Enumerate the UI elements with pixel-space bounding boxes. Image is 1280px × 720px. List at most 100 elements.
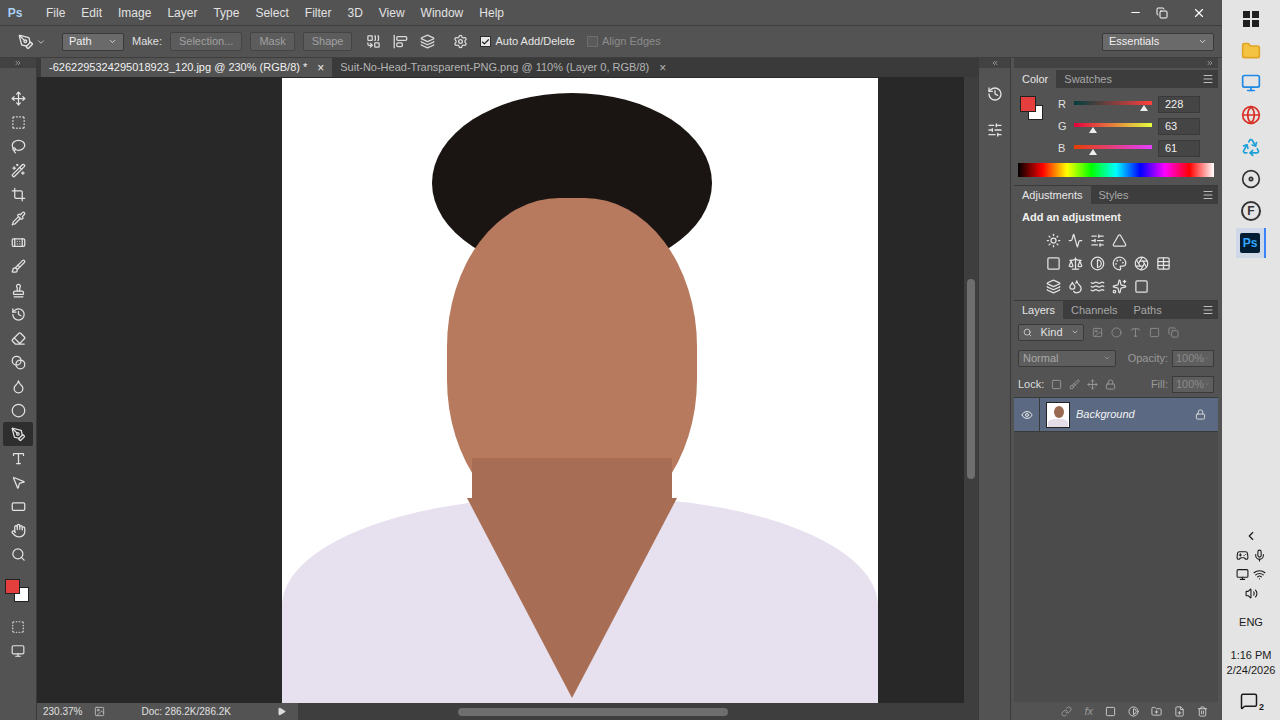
tool-button[interactable] xyxy=(3,398,33,422)
tool-button[interactable] xyxy=(3,518,33,542)
tool-button[interactable] xyxy=(3,542,33,566)
mask-icon[interactable] xyxy=(1105,706,1116,717)
lock-option-icon[interactable] xyxy=(1087,379,1098,390)
channel-slider[interactable] xyxy=(1074,98,1152,112)
clock[interactable]: 1:16 PM2/24/2026 xyxy=(1227,648,1276,678)
trash-icon[interactable] xyxy=(1197,706,1208,717)
workspace-select[interactable]: Essentials xyxy=(1102,33,1214,51)
adjustment-icon[interactable] xyxy=(1090,279,1105,294)
color-swatches[interactable] xyxy=(4,576,32,606)
notifications-button[interactable]: 2 xyxy=(1240,692,1262,712)
taskbar-app[interactable] xyxy=(1236,4,1266,34)
menu-item[interactable]: Select xyxy=(247,4,296,22)
adjustment-icon[interactable] xyxy=(1112,233,1127,248)
zoom-level[interactable]: 230.37% xyxy=(43,704,82,719)
panel-menu-icon[interactable] xyxy=(1202,73,1214,85)
opacity-field[interactable]: 100% xyxy=(1172,350,1214,367)
adjustment-icon[interactable] xyxy=(1134,279,1149,294)
tool-button[interactable] xyxy=(3,302,33,326)
taskbar-app[interactable] xyxy=(1236,68,1266,98)
tool-button[interactable] xyxy=(3,206,33,230)
tool-button[interactable] xyxy=(3,326,33,350)
taskbar-app[interactable]: F xyxy=(1236,196,1266,226)
adjustment-icon[interactable] xyxy=(1156,256,1171,271)
panel-tab[interactable]: Color xyxy=(1014,70,1056,88)
taskbar-app[interactable] xyxy=(1236,36,1266,66)
tool-button[interactable] xyxy=(3,494,33,518)
lock-option-icon[interactable] xyxy=(1105,379,1116,390)
tool-button[interactable] xyxy=(3,278,33,302)
adjustment-icon[interactable] xyxy=(1090,256,1105,271)
adjustment-layer-icon[interactable] xyxy=(1128,706,1139,717)
filter-icon[interactable] xyxy=(1092,327,1103,338)
tray-app-icon[interactable] xyxy=(1236,549,1249,562)
tool-button[interactable] xyxy=(3,110,33,134)
document-tab[interactable]: -6262295324295018923_120.jpg @ 230% (RGB… xyxy=(41,58,332,77)
menu-item[interactable]: Type xyxy=(205,4,247,22)
adjustment-icon[interactable] xyxy=(1046,256,1061,271)
channel-value[interactable]: 63 xyxy=(1158,118,1200,135)
panel-tab[interactable]: Adjustments xyxy=(1014,186,1091,204)
new-layer-icon[interactable] xyxy=(1174,706,1185,717)
menu-item[interactable]: Edit xyxy=(73,4,110,22)
make-button[interactable]: Selection... xyxy=(170,32,242,51)
tool-button[interactable] xyxy=(3,158,33,182)
adjustment-icon[interactable] xyxy=(1134,256,1149,271)
collapse-icon[interactable] xyxy=(1206,59,1214,67)
status-menu-icon[interactable] xyxy=(277,707,286,716)
menu-item[interactable]: Image xyxy=(110,4,159,22)
path-alignment-icon[interactable] xyxy=(393,34,408,49)
menu-item[interactable]: Help xyxy=(471,4,512,22)
document-tab[interactable]: Suit-No-Head-Transparent-PNG.png @ 110% … xyxy=(332,58,674,77)
menu-item[interactable]: 3D xyxy=(339,4,370,22)
vertical-scrollbar[interactable] xyxy=(964,77,978,703)
tool-button[interactable] xyxy=(3,470,33,494)
panel-tab[interactable]: Paths xyxy=(1126,301,1170,319)
volume-icon[interactable] xyxy=(1245,587,1258,600)
panel-tab[interactable]: Styles xyxy=(1091,186,1137,204)
menu-item[interactable]: File xyxy=(38,4,73,22)
path-operations-icon[interactable] xyxy=(366,34,381,49)
color-spectrum[interactable] xyxy=(1018,163,1214,177)
panel-menu-icon[interactable] xyxy=(1202,189,1214,201)
tab-close-button[interactable]: × xyxy=(659,59,666,77)
gear-icon[interactable] xyxy=(453,34,468,49)
screen-mode-icon[interactable] xyxy=(11,644,25,658)
quick-mask-icon[interactable] xyxy=(11,620,25,634)
channel-value[interactable]: 228 xyxy=(1158,96,1200,113)
taskbar-app[interactable] xyxy=(1236,100,1266,130)
path-arrangement-icon[interactable] xyxy=(420,34,435,49)
pen-tool-icon[interactable] xyxy=(18,34,34,50)
tool-button[interactable] xyxy=(3,182,33,206)
make-button[interactable]: Mask xyxy=(250,32,294,51)
wifi-icon[interactable] xyxy=(1253,568,1266,581)
tool-button[interactable] xyxy=(3,446,33,470)
menu-item[interactable]: Window xyxy=(413,4,472,22)
tool-button[interactable] xyxy=(3,86,33,110)
history-panel-icon[interactable] xyxy=(987,86,1003,102)
tool-button[interactable] xyxy=(3,134,33,158)
new-group-icon[interactable] xyxy=(1151,706,1162,717)
filter-icon[interactable] xyxy=(1111,327,1122,338)
adjustment-icon[interactable] xyxy=(1090,233,1105,248)
collapse-icon[interactable] xyxy=(991,59,999,67)
tray-device-icon[interactable] xyxy=(1236,568,1249,581)
menu-item[interactable]: View xyxy=(371,4,413,22)
blend-mode-select[interactable]: Normal xyxy=(1018,350,1116,367)
tab-close-button[interactable]: × xyxy=(317,59,324,77)
filter-icon[interactable] xyxy=(1149,327,1160,338)
adjustment-icon[interactable] xyxy=(1112,256,1127,271)
taskbar-app[interactable] xyxy=(1236,164,1266,194)
tool-button[interactable] xyxy=(3,422,33,446)
expand-icon[interactable] xyxy=(14,59,22,67)
make-button[interactable]: Shape xyxy=(303,32,353,51)
minimize-icon[interactable] xyxy=(1129,6,1142,19)
filter-icon[interactable] xyxy=(1130,327,1141,338)
eye-icon[interactable] xyxy=(1021,409,1033,421)
filter-icon[interactable] xyxy=(1168,327,1179,338)
channel-slider[interactable] xyxy=(1074,142,1152,156)
channel-value[interactable]: 61 xyxy=(1158,140,1200,157)
adjustment-icon[interactable] xyxy=(1112,279,1127,294)
tool-button[interactable] xyxy=(3,230,33,254)
layer-row[interactable]: Background xyxy=(1014,398,1218,432)
